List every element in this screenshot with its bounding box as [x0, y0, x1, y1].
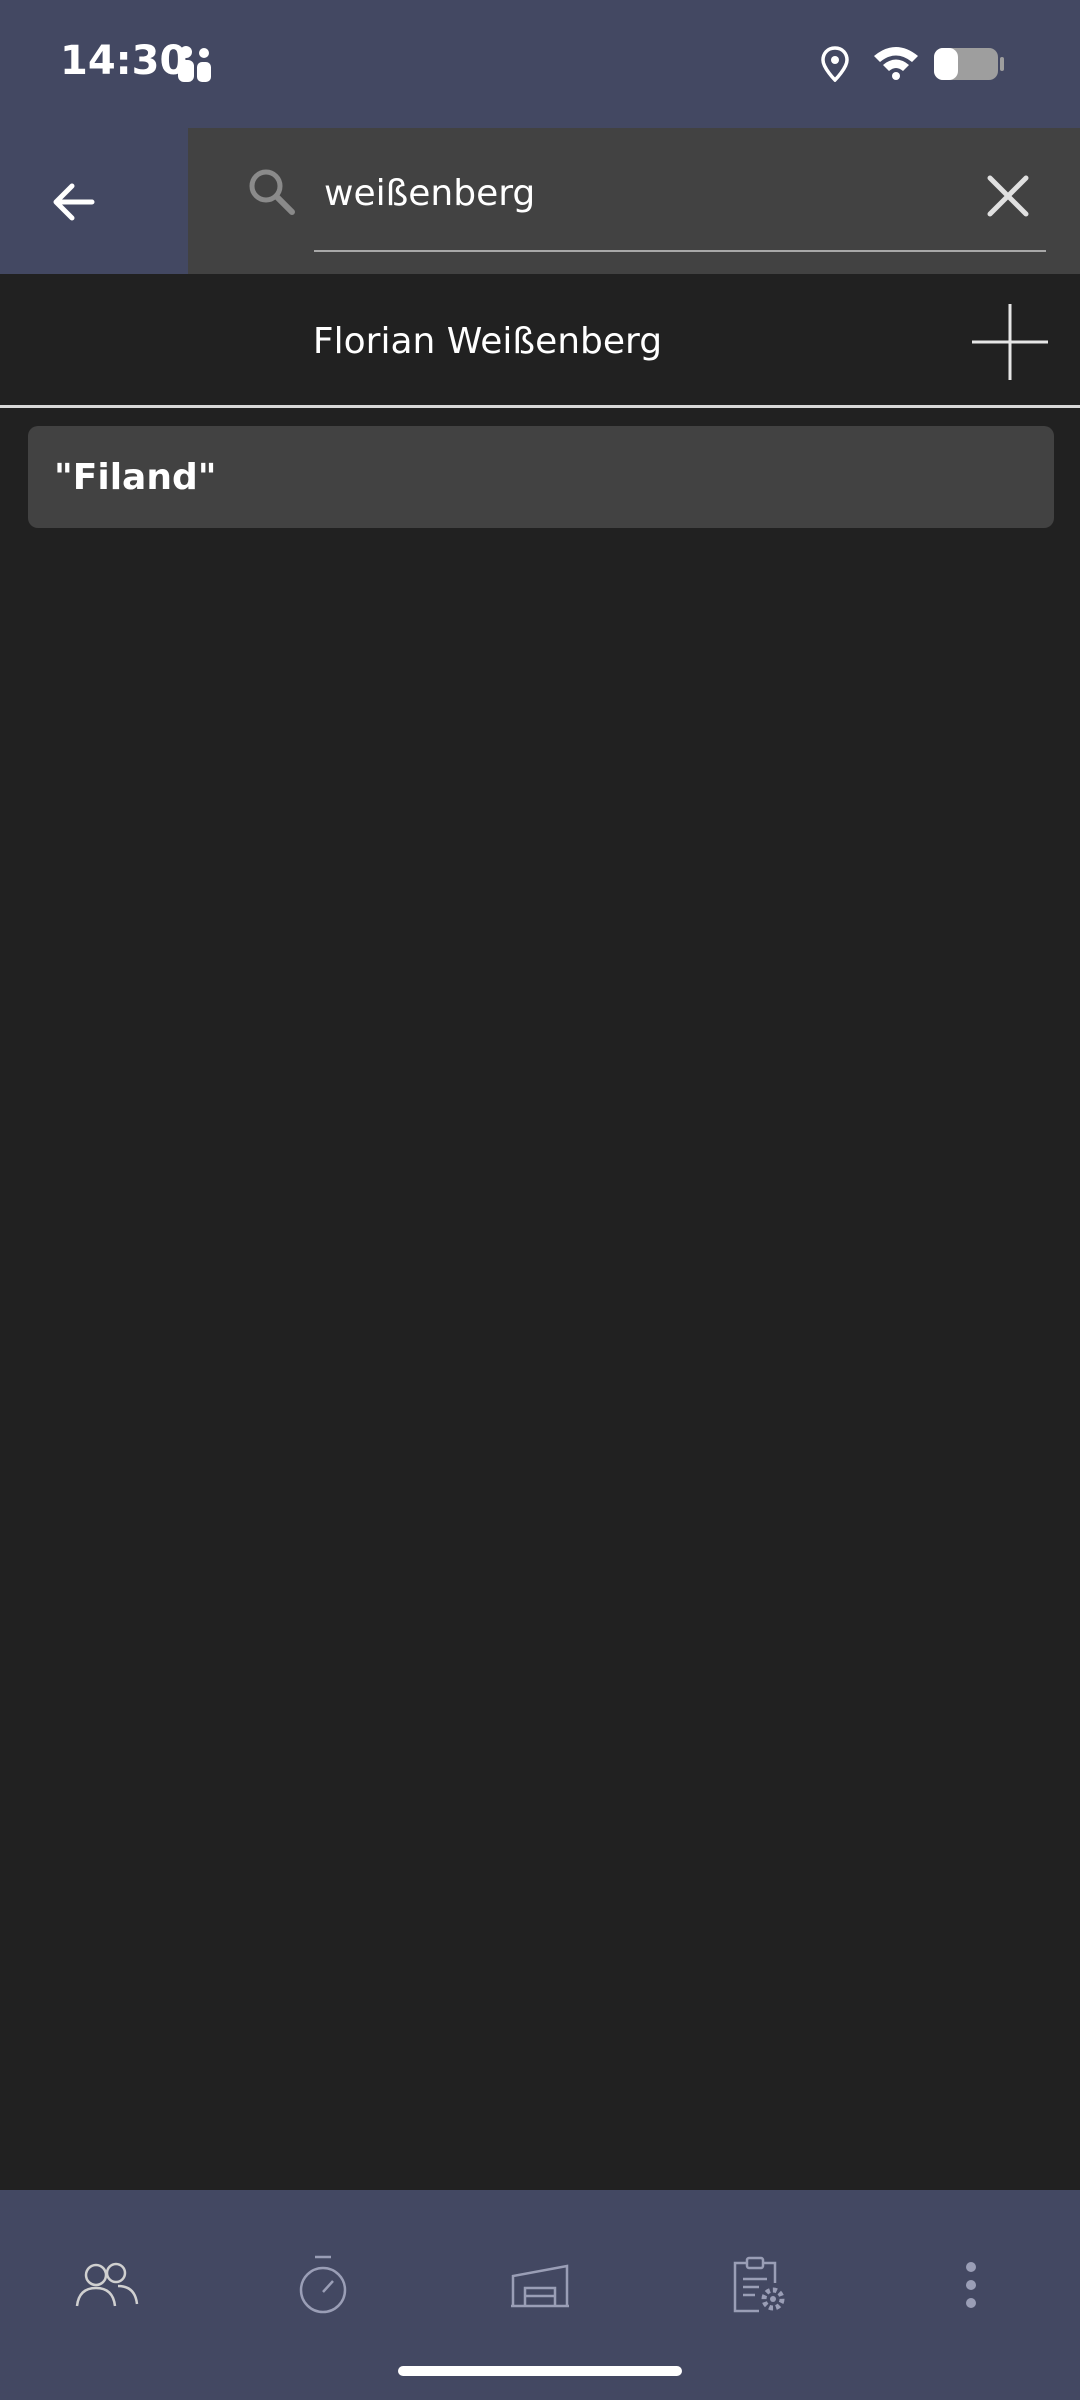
add-button[interactable] — [968, 300, 1052, 384]
search-underline — [314, 250, 1046, 252]
teams-icon — [176, 44, 216, 89]
back-button[interactable] — [36, 166, 108, 238]
people-icon — [75, 2262, 139, 2307]
arrow-left-icon — [53, 183, 95, 221]
bottom-navigation — [0, 2190, 1080, 2400]
list-item-label: "Filand" — [54, 456, 217, 498]
result-header: Florian Weißenberg — [0, 274, 1080, 408]
more-vertical-icon — [966, 2262, 976, 2308]
search-bar — [188, 128, 1080, 274]
search-icon — [246, 166, 298, 223]
clear-search-button[interactable] — [968, 156, 1048, 236]
wifi-icon — [872, 44, 920, 85]
plus-icon — [972, 304, 1048, 380]
nav-item-warehouse[interactable] — [485, 2230, 595, 2340]
stopwatch-icon — [299, 2255, 347, 2314]
warehouse-icon — [511, 2264, 569, 2308]
home-indicator[interactable] — [398, 2366, 682, 2376]
close-icon — [987, 175, 1029, 217]
status-time: 14:30 — [60, 38, 188, 84]
battery-icon — [932, 46, 1006, 87]
back-area — [0, 128, 188, 274]
nav-item-people[interactable] — [52, 2230, 162, 2340]
nav-item-more[interactable] — [916, 2230, 1026, 2340]
search-input[interactable] — [314, 158, 944, 228]
nav-item-tasks[interactable] — [704, 2230, 814, 2340]
contact-name: Florian Weißenberg — [312, 320, 663, 362]
status-bar: 14:30 — [0, 0, 1080, 128]
location-icon — [820, 46, 850, 87]
search-header — [0, 128, 1080, 274]
nav-item-timer[interactable] — [268, 2230, 378, 2340]
list-item[interactable]: "Filand" — [28, 426, 1054, 528]
clipboard-settings-icon — [733, 2256, 785, 2313]
